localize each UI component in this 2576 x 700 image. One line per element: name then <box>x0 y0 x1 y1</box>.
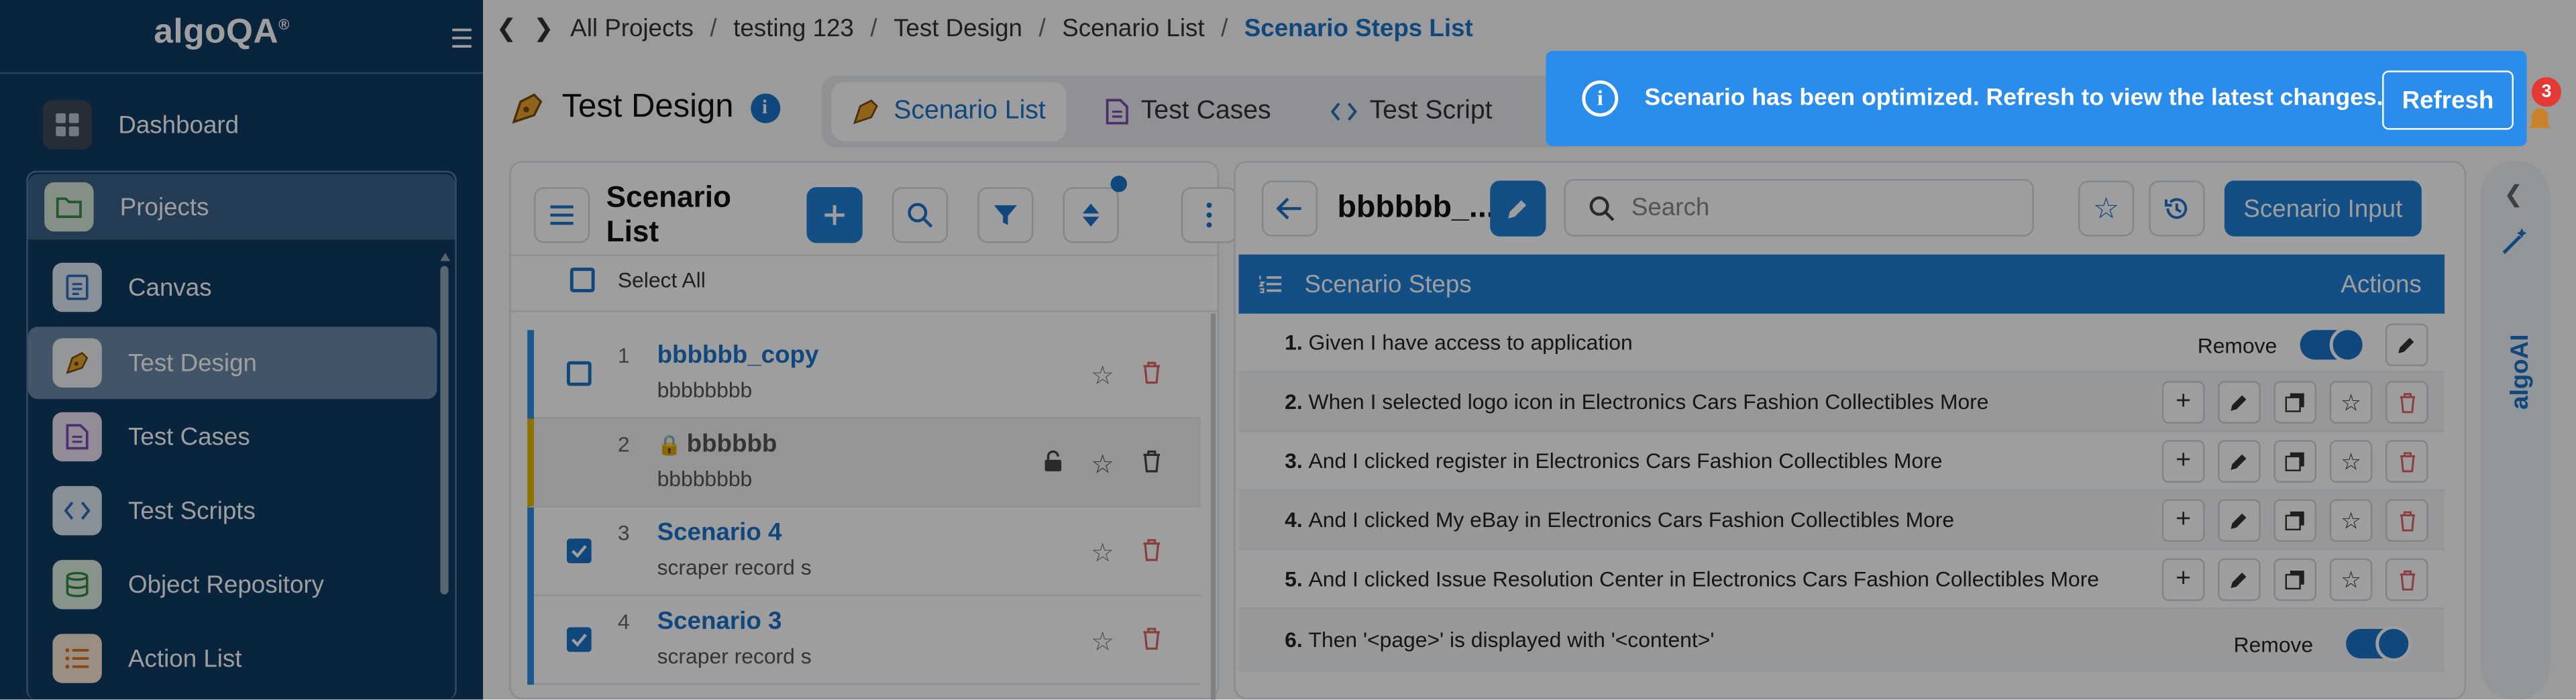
refresh-button[interactable]: Refresh <box>2382 70 2514 130</box>
notification-toast: i Scenario has been optimized. Refresh t… <box>1546 50 2527 146</box>
bell-icon[interactable] <box>2527 102 2553 135</box>
info-icon: i <box>1582 80 1619 117</box>
notification-badge[interactable]: 3 <box>2531 77 2561 107</box>
toast-message: Scenario has been optimized. Refresh to … <box>1644 85 2383 112</box>
